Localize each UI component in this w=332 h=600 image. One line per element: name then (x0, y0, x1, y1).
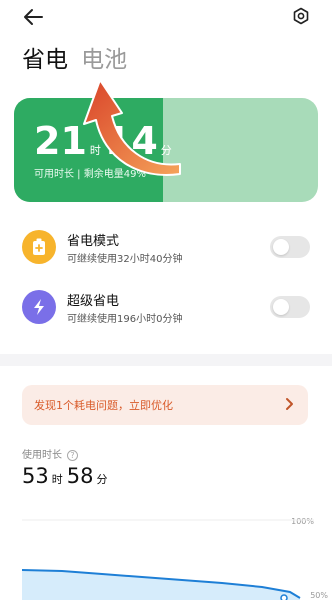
power-saving-mode-row[interactable]: 省电模式 可继续使用32小时40分钟 (22, 224, 314, 272)
usage-minutes-unit: 分 (96, 473, 108, 486)
battery-usage-chart (22, 519, 314, 600)
remaining-time: 21 时 14 分 (34, 120, 176, 162)
back-arrow-icon[interactable] (22, 8, 44, 26)
current-point-marker (280, 594, 288, 600)
usage-duration: 53 时 58 分 (22, 464, 111, 488)
chart-bottom-label: 50% (310, 591, 328, 600)
power-saving-toggle[interactable] (270, 236, 310, 258)
top-bar (0, 0, 332, 34)
optimize-alert-banner[interactable]: 发现1个耗电问题，立即优化 (22, 385, 308, 425)
battery-summary: 可用时长 | 剩余电量49% (34, 169, 146, 180)
ultra-power-saving-toggle[interactable] (270, 296, 310, 318)
usage-label-text: 使用时长 (22, 450, 62, 461)
usage-duration-label: 使用时长? (22, 446, 78, 461)
tab-power-saving[interactable]: 省电 (22, 44, 68, 76)
tab-bar: 省电 电池 (22, 44, 135, 78)
tab-battery[interactable]: 电池 (81, 44, 127, 76)
remaining-hours: 21 (34, 119, 87, 163)
settings-gear-icon[interactable] (292, 7, 310, 25)
toggle-knob (273, 239, 289, 255)
usage-minutes: 58 (66, 464, 94, 488)
minutes-unit: 分 (160, 144, 172, 157)
remaining-minutes: 14 (104, 119, 158, 163)
battery-plus-icon (22, 230, 56, 264)
usage-hours-unit: 时 (51, 473, 63, 486)
mode-title: 省电模式 (67, 234, 120, 249)
usage-area-fill (22, 570, 300, 600)
help-icon[interactable]: ? (67, 450, 78, 461)
mode-title: 超级省电 (67, 294, 120, 309)
mode-description: 可继续使用32小时40分钟 (67, 254, 183, 265)
hours-unit: 时 (89, 144, 101, 157)
toggle-knob (273, 299, 289, 315)
section-divider (0, 354, 332, 366)
lightning-icon (22, 290, 56, 324)
battery-status-card[interactable]: 21 时 14 分 可用时长 | 剩余电量49% (14, 98, 318, 202)
usage-hours: 53 (22, 464, 49, 488)
mode-description: 可继续使用196小时0分钟 (67, 314, 183, 325)
alert-text: 发现1个耗电问题，立即优化 (34, 399, 173, 412)
ultra-power-saving-row[interactable]: 超级省电 可继续使用196小时0分钟 (22, 284, 314, 332)
chevron-right-icon (286, 398, 293, 410)
